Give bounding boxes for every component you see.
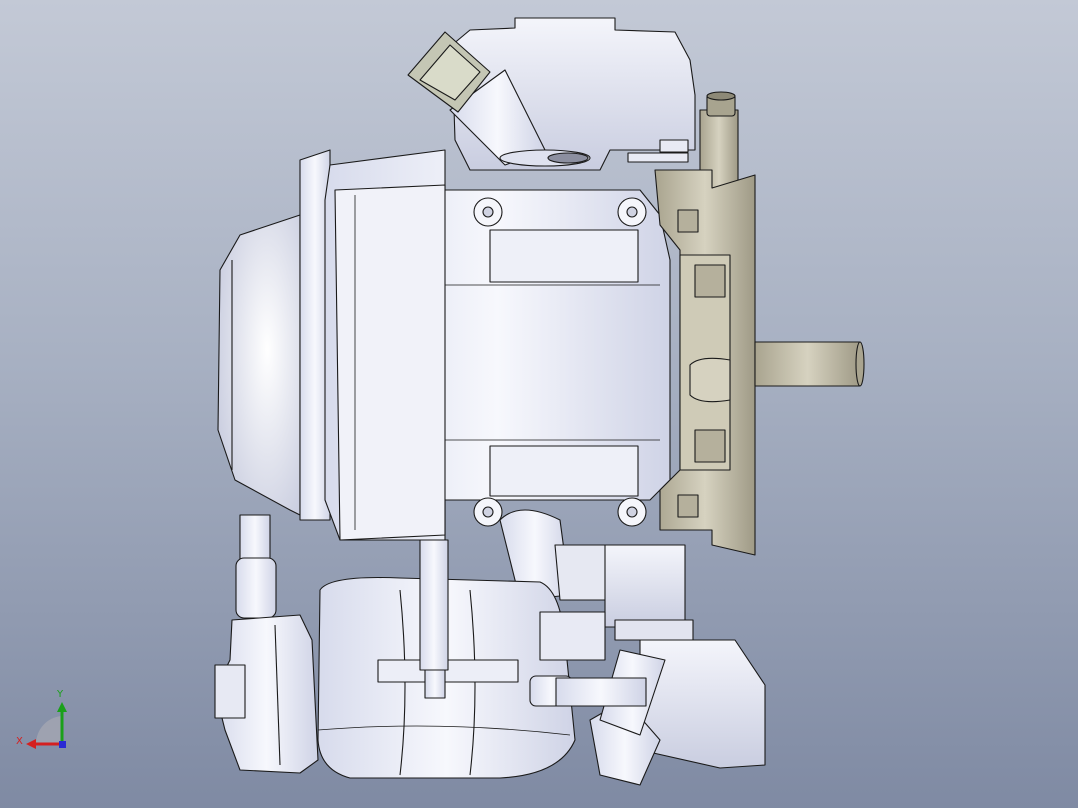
engine-3d-model[interactable]	[0, 0, 1078, 808]
x-axis-label: X	[16, 736, 23, 747]
axis-triad: Y X	[16, 689, 67, 749]
fuel-cap	[214, 614, 319, 774]
z-axis-marker	[59, 741, 66, 748]
crankshaft	[754, 341, 865, 387]
y-axis-label: Y	[56, 689, 64, 700]
cad-graphics-viewport[interactable]: Y X	[0, 0, 1078, 808]
triad-plane-icon	[35, 716, 62, 744]
flywheel-cover	[217, 214, 301, 516]
